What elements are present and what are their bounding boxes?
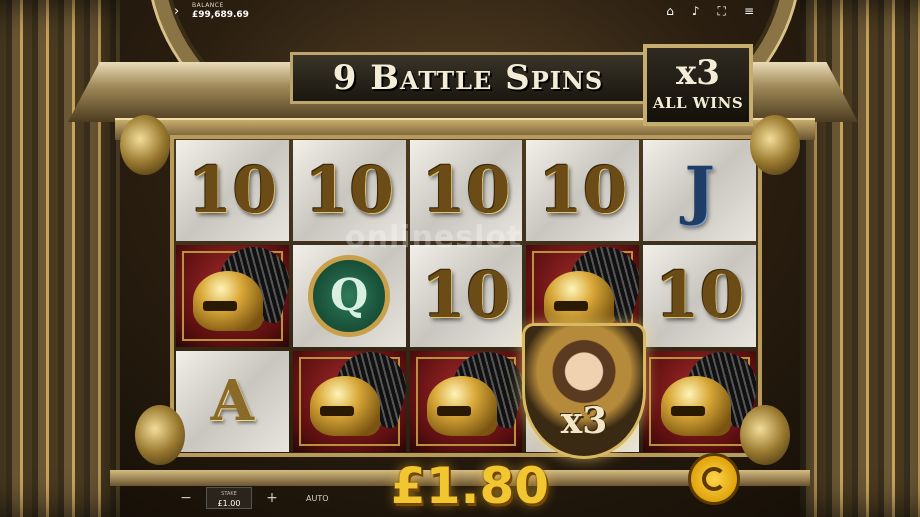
symbol-ten: 10 — [176, 140, 289, 242]
scroll-ornament — [750, 115, 800, 175]
stake-increase-button[interactable]: + — [262, 488, 282, 508]
balance-label: BALANCE — [192, 2, 224, 9]
reel-5: J 10 — [643, 140, 756, 452]
reel-2: 10 Q — [292, 140, 406, 452]
home-icon[interactable]: ⌂ — [666, 4, 674, 19]
volume-icon[interactable]: ♪ — [692, 4, 700, 19]
symbol-helmet — [409, 350, 523, 452]
game-scene: 10 A 10 Q 10 10 10 J 10 x3 onlineslot 9 … — [0, 0, 920, 517]
symbol-ten: 10 — [409, 245, 523, 347]
spin-button[interactable] — [688, 453, 740, 505]
wild-warrior-symbol: x3 — [522, 323, 646, 459]
battle-spins-title: 9 Battle Spins — [332, 58, 604, 98]
fullscreen-icon[interactable]: ⛶ — [718, 4, 726, 19]
stake-controls: − STAKE £1.00 + AUTO — [176, 486, 329, 510]
multiplier-value: x3 — [676, 53, 720, 93]
win-multiplier-box: x3 ALL WINS — [643, 44, 753, 126]
feature-banner: 9 Battle Spins — [290, 52, 646, 104]
auto-button[interactable]: AUTO — [306, 494, 329, 503]
watermark: onlineslot — [345, 220, 523, 255]
stake-value: £1.00 — [217, 499, 241, 508]
helmet-icon — [189, 245, 289, 339]
multiplier-label: ALL WINS — [652, 94, 744, 112]
symbol-queen: Q — [292, 245, 406, 347]
scroll-ornament — [740, 405, 790, 465]
helmet-icon — [657, 350, 756, 444]
balance-value: £99,689.69 — [192, 10, 249, 20]
symbol-ten: 10 — [526, 140, 640, 242]
reel-grid: 10 A 10 Q 10 10 10 J 10 — [176, 140, 756, 452]
stake-decrease-button[interactable]: − — [176, 488, 196, 508]
symbol-helmet — [292, 350, 406, 452]
symbol-jack: J — [643, 140, 756, 242]
stake-label: STAKE — [221, 491, 237, 497]
hamburger-menu-icon[interactable]: ≡ — [744, 4, 754, 19]
spin-icon — [702, 467, 726, 491]
symbol-helmet — [176, 245, 289, 347]
top-bar: › BALANCE £99,689.69 ⌂ ♪ ⛶ ≡ — [0, 0, 920, 24]
scroll-ornament — [135, 405, 185, 465]
symbol-ace: A — [176, 350, 289, 452]
symbol-ten: 10 — [643, 245, 756, 347]
reel-1: 10 A — [176, 140, 289, 452]
top-icon-group: ⌂ ♪ ⛶ ≡ — [666, 4, 754, 19]
chevron-right-icon[interactable]: › — [174, 4, 179, 19]
win-amount: £1.80 — [390, 457, 550, 515]
reel-3: 10 10 — [409, 140, 523, 452]
helmet-icon — [423, 350, 523, 444]
scroll-ornament — [120, 115, 170, 175]
wild-multiplier: x3 — [560, 400, 608, 442]
stake-display: STAKE £1.00 — [206, 487, 252, 509]
helmet-icon — [306, 350, 406, 444]
